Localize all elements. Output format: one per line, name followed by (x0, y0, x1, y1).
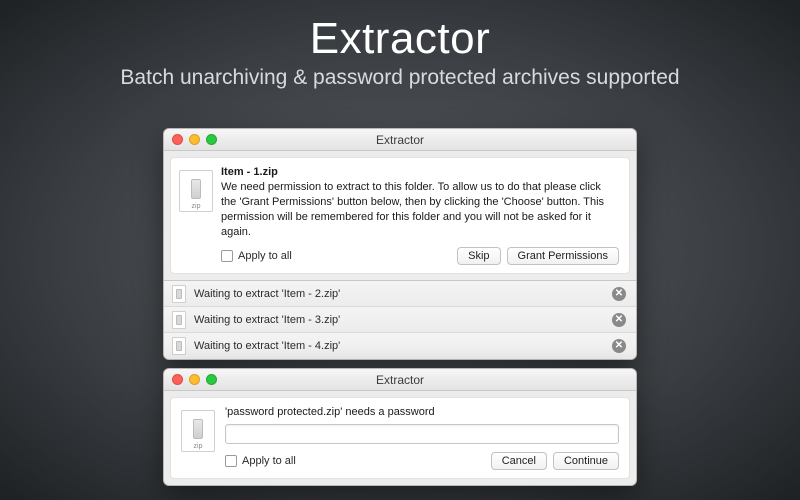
apply-to-all-checkbox[interactable] (221, 250, 233, 262)
cancel-button[interactable]: Cancel (491, 452, 547, 470)
permission-card: Item - 1.zip We need permission to extra… (170, 157, 630, 274)
list-item: Waiting to extract 'Item - 2.zip' ✕ (164, 281, 636, 307)
minimize-icon[interactable] (189, 134, 200, 145)
close-icon[interactable] (172, 134, 183, 145)
apply-to-all-checkbox[interactable] (225, 455, 237, 467)
close-icon[interactable] (172, 374, 183, 385)
titlebar[interactable]: Extractor (164, 129, 636, 151)
zip-file-icon (181, 410, 215, 452)
password-prompt: 'password protected.zip' needs a passwor… (225, 406, 619, 418)
queue-item-label: Waiting to extract 'Item - 2.zip' (194, 288, 604, 300)
continue-button[interactable]: Continue (553, 452, 619, 470)
apply-to-all-label: Apply to all (242, 455, 296, 467)
window-title: Extractor (164, 133, 636, 147)
zip-file-icon (172, 337, 186, 355)
item-title: Item - 1.zip (221, 166, 619, 178)
hero: Extractor Batch unarchiving & password p… (0, 0, 800, 90)
cancel-item-icon[interactable]: ✕ (612, 339, 626, 353)
zoom-icon[interactable] (206, 374, 217, 385)
zip-file-icon (172, 311, 186, 329)
grant-permissions-button[interactable]: Grant Permissions (507, 247, 619, 265)
queue-item-label: Waiting to extract 'Item - 4.zip' (194, 340, 604, 352)
apply-to-all-row[interactable]: Apply to all (221, 250, 292, 262)
zoom-icon[interactable] (206, 134, 217, 145)
traffic-lights (172, 134, 217, 145)
hero-title: Extractor (0, 14, 800, 64)
window-permission: Extractor Item - 1.zip We need permissio… (163, 128, 637, 360)
zip-file-icon (172, 285, 186, 303)
titlebar[interactable]: Extractor (164, 369, 636, 391)
window-title: Extractor (164, 373, 636, 387)
cancel-item-icon[interactable]: ✕ (612, 287, 626, 301)
traffic-lights (172, 374, 217, 385)
hero-subtitle: Batch unarchiving & password protected a… (0, 66, 800, 90)
queue-item-label: Waiting to extract 'Item - 3.zip' (194, 314, 604, 326)
minimize-icon[interactable] (189, 374, 200, 385)
list-item: Waiting to extract 'Item - 3.zip' ✕ (164, 307, 636, 333)
skip-button[interactable]: Skip (457, 247, 500, 265)
zip-file-icon (179, 170, 213, 212)
cancel-item-icon[interactable]: ✕ (612, 313, 626, 327)
window-password: Extractor 'password protected.zip' needs… (163, 368, 637, 486)
permission-description: We need permission to extract to this fo… (221, 180, 619, 239)
list-item: Waiting to extract 'Item - 4.zip' ✕ (164, 333, 636, 359)
password-input[interactable] (225, 424, 619, 444)
password-card: 'password protected.zip' needs a passwor… (170, 397, 630, 479)
apply-to-all-label: Apply to all (238, 250, 292, 262)
apply-to-all-row[interactable]: Apply to all (225, 455, 296, 467)
extract-queue: Waiting to extract 'Item - 2.zip' ✕ Wait… (164, 280, 636, 359)
